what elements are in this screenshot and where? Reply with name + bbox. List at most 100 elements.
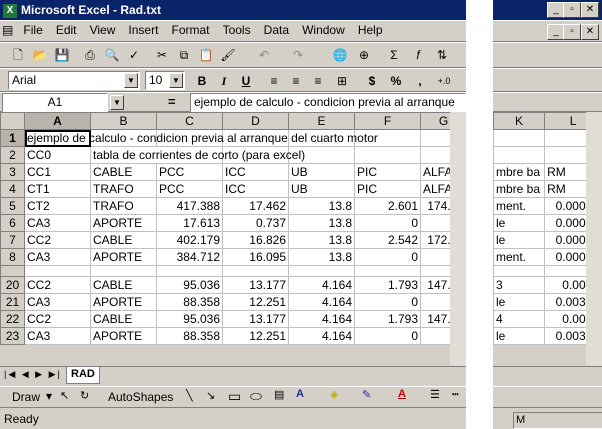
vertical-scrollbar[interactable] xyxy=(450,112,466,366)
menu-data[interactable]: Data xyxy=(259,21,294,40)
cell[interactable]: CA3 xyxy=(24,214,91,232)
doc-restore-button[interactable]: ▫ xyxy=(563,24,581,40)
name-box[interactable]: A1 xyxy=(2,93,108,112)
cell[interactable]: 17.462 xyxy=(222,197,289,215)
paste-icon[interactable]: 📋 xyxy=(196,45,216,65)
arrow-icon[interactable]: ↘ xyxy=(206,389,215,402)
cell[interactable]: 12.251 xyxy=(222,293,289,311)
close-button[interactable]: ✕ xyxy=(581,2,599,18)
align-center-icon[interactable]: ≡ xyxy=(286,71,306,91)
cell[interactable]: 13.8 xyxy=(288,231,355,249)
align-right-icon[interactable]: ≡ xyxy=(308,71,328,91)
font-select[interactable]: Arial xyxy=(8,71,140,90)
font-dropdown-icon[interactable]: ▼ xyxy=(124,73,138,88)
column-header[interactable]: K xyxy=(493,112,546,130)
textbox-icon[interactable]: ▤ xyxy=(274,388,284,401)
cell[interactable]: PIC xyxy=(354,163,421,181)
name-box-dropdown-icon[interactable]: ▼ xyxy=(110,95,124,110)
row-header[interactable]: 23 xyxy=(0,327,25,345)
cell[interactable]: le xyxy=(493,327,546,345)
autoshapes-menu[interactable]: AutoShapes xyxy=(108,390,173,404)
oval-icon[interactable]: ⬭ xyxy=(250,388,262,405)
cell[interactable]: 0.737 xyxy=(222,214,289,232)
cell[interactable]: 95.036 xyxy=(156,310,223,328)
comma-button[interactable]: , xyxy=(410,71,430,91)
size-dropdown-icon[interactable]: ▼ xyxy=(169,73,183,88)
menu-format[interactable]: Format xyxy=(167,21,215,40)
cell[interactable]: APORTE xyxy=(90,293,157,311)
cell[interactable]: CA3 xyxy=(24,248,91,266)
cell[interactable]: 1.793 xyxy=(354,276,421,294)
function-icon[interactable]: f xyxy=(408,45,428,65)
cell[interactable]: CC2 xyxy=(24,310,91,328)
cell[interactable]: 0 xyxy=(354,248,421,266)
cell[interactable]: APORTE xyxy=(90,248,157,266)
new-icon[interactable]: 🗋 xyxy=(8,45,28,65)
cell[interactable]: 88.358 xyxy=(156,327,223,345)
cell[interactable]: CABLE xyxy=(90,276,157,294)
line-color-icon[interactable]: ✎ xyxy=(362,388,371,401)
cell[interactable]: 0 xyxy=(354,293,421,311)
cell[interactable]: CC2 xyxy=(24,231,91,249)
sheet-tab-rad[interactable]: RAD xyxy=(66,366,100,384)
cell[interactable]: 417.388 xyxy=(156,197,223,215)
draw-menu-dropdown-icon[interactable]: ▾ xyxy=(46,389,52,403)
line-style-icon[interactable]: ☰ xyxy=(430,388,440,401)
cell[interactable]: 4.164 xyxy=(288,310,355,328)
cell[interactable]: 402.179 xyxy=(156,231,223,249)
sheet-nav-arrows-icon[interactable]: |◀ ◀ ▶ ▶| xyxy=(4,369,62,380)
doc-close-button[interactable]: ✕ xyxy=(581,24,599,40)
open-icon[interactable]: 📂 xyxy=(30,45,50,65)
cell[interactable]: 3 xyxy=(493,276,546,294)
increase-decimal-icon[interactable]: +.0 xyxy=(434,71,454,91)
cell[interactable]: UB xyxy=(288,180,355,198)
cell[interactable]: 2.601 xyxy=(354,197,421,215)
cell[interactable]: CT2 xyxy=(24,197,91,215)
column-header[interactable]: B xyxy=(90,112,157,130)
line-icon[interactable]: ╲ xyxy=(186,389,193,402)
vertical-scrollbar-right[interactable] xyxy=(586,112,602,366)
select-all-corner[interactable] xyxy=(0,112,25,130)
cell[interactable]: le xyxy=(493,293,546,311)
free-rotate-icon[interactable]: ↻ xyxy=(80,389,89,402)
autosum-icon[interactable]: Σ xyxy=(384,45,404,65)
menu-tools[interactable]: Tools xyxy=(218,21,256,40)
cell[interactable]: CA3 xyxy=(24,293,91,311)
menu-file[interactable]: File xyxy=(18,21,47,40)
menu-window[interactable]: Window xyxy=(297,21,350,40)
row-header[interactable]: 21 xyxy=(0,293,25,311)
copy-icon[interactable]: ⧉ xyxy=(174,45,194,65)
cell[interactable]: 4 xyxy=(493,310,546,328)
cut-icon[interactable]: ✂ xyxy=(152,45,172,65)
row-header[interactable]: 20 xyxy=(0,276,25,294)
cell[interactable]: UB xyxy=(288,163,355,181)
cell[interactable]: PCC xyxy=(156,163,223,181)
print-icon[interactable]: ⎙ xyxy=(80,45,100,65)
cell[interactable]: 13.177 xyxy=(222,276,289,294)
dash-style-icon[interactable]: ┅ xyxy=(452,388,459,401)
cell[interactable]: 88.358 xyxy=(156,293,223,311)
draw-menu[interactable]: Draw xyxy=(12,390,40,404)
cell[interactable]: ment. xyxy=(493,248,546,266)
menu-insert[interactable]: Insert xyxy=(123,21,163,40)
cell[interactable]: 13.8 xyxy=(288,197,355,215)
cell[interactable] xyxy=(493,129,546,147)
cell[interactable]: mbre ba xyxy=(493,163,546,181)
format-painter-icon[interactable]: 🖌 xyxy=(218,45,238,65)
menu-help[interactable]: Help xyxy=(353,21,388,40)
cell[interactable]: tabla de corrientes de corto (para excel… xyxy=(90,146,305,164)
restore-button[interactable]: ▫ xyxy=(563,2,581,18)
hyperlink-icon[interactable]: 🌐 xyxy=(330,45,350,65)
cell[interactable]: PIC xyxy=(354,180,421,198)
menu-view[interactable]: View xyxy=(85,21,121,40)
cell[interactable]: CABLE xyxy=(90,310,157,328)
cell[interactable]: 0 xyxy=(354,327,421,345)
cell[interactable]: 13.8 xyxy=(288,248,355,266)
italic-button[interactable]: I xyxy=(214,71,234,91)
row-header[interactable]: 2 xyxy=(0,146,25,164)
column-header[interactable]: C xyxy=(156,112,223,130)
currency-button[interactable]: $ xyxy=(362,71,382,91)
cell[interactable]: ment. xyxy=(493,197,546,215)
cell[interactable]: 1.793 xyxy=(354,310,421,328)
cell[interactable]: 13.177 xyxy=(222,310,289,328)
